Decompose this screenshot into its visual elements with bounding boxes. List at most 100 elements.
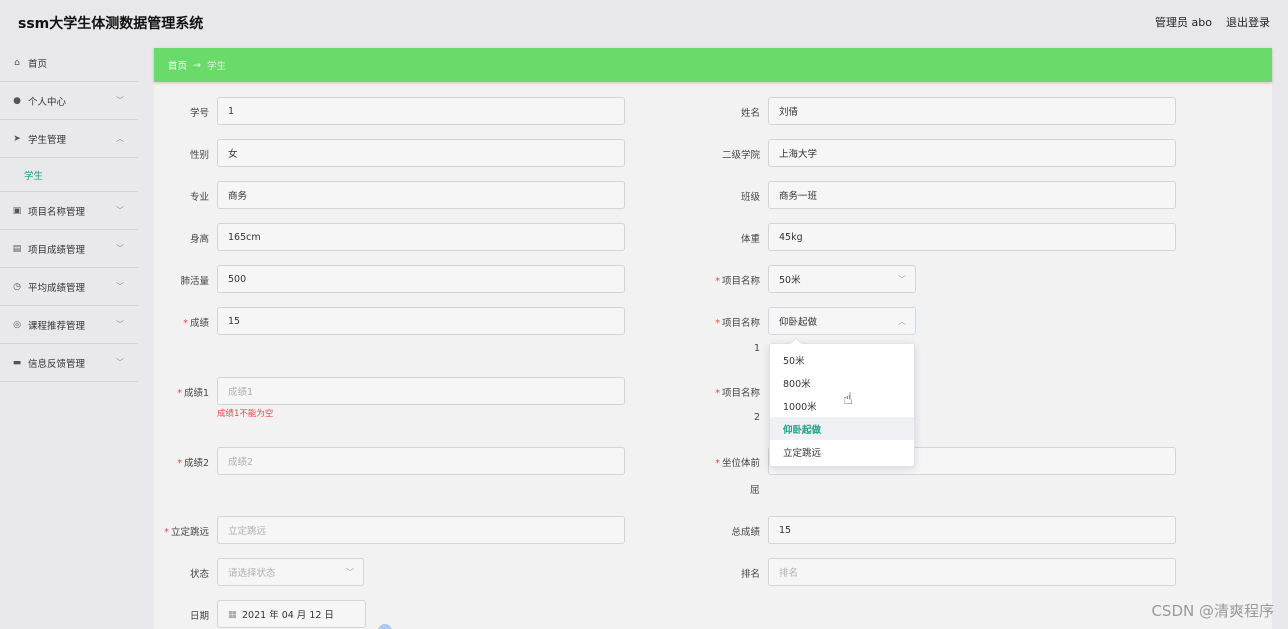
- list-icon: ▤: [12, 243, 22, 254]
- xiangmu-label: * 项目名称: [715, 276, 760, 287]
- sidebar-item-avg-score-mgmt[interactable]: ◷ 平均成绩管理 ﹀: [0, 268, 138, 306]
- feihuoliang-input[interactable]: 500: [217, 265, 625, 293]
- hand-pointer-icon: ☝: [843, 389, 853, 408]
- xiangmu-select-value: 50米: [779, 275, 801, 286]
- zongchengji-label: 总成绩: [731, 527, 760, 538]
- sidebar: ⌂ 首页 ● 个人中心 ﹀ ➤ 学生管理 ︿ 学生 ▣ 项目名称管理 ﹀ ▤ 项…: [0, 44, 138, 629]
- sidebar-item-label: 项目成绩管理: [28, 244, 86, 256]
- zuowei-label-suffix: 屈: [750, 485, 760, 496]
- sidebar-item-course-recommend-mgmt[interactable]: ◎ 课程推荐管理 ﹀: [0, 306, 138, 344]
- xueyuan-input[interactable]: 上海大学: [768, 139, 1176, 167]
- chevron-up-icon: ︿: [898, 317, 906, 326]
- xiangmu1-select[interactable]: 仰卧起做 ︿: [768, 307, 916, 335]
- xiangmu-select[interactable]: 50米 ﹀: [768, 265, 916, 293]
- banji-input[interactable]: 商务一班: [768, 181, 1176, 209]
- xueyuan-label: 二级学院: [721, 150, 760, 161]
- feihuoliang-label: 肺活量: [180, 276, 209, 287]
- sidebar-item-label: 学生管理: [28, 134, 67, 146]
- chengji-label: * 成绩: [183, 318, 209, 329]
- tizhong-input[interactable]: 45kg: [768, 223, 1176, 251]
- lidingtiaoyuan-label: * 立定跳远: [164, 527, 209, 538]
- xingbie-input[interactable]: 女: [217, 139, 625, 167]
- chevron-down-icon: ﹀: [346, 568, 354, 577]
- xiangmu1-label-suffix: 1: [754, 343, 761, 354]
- zongchengji-input[interactable]: 15: [768, 516, 1176, 544]
- chevron-down-icon: ﹀: [116, 282, 124, 291]
- paiming-input[interactable]: 排名: [768, 558, 1176, 586]
- top-header: ssm大学生体测数据管理系统 管理员 abo 退出登录: [0, 0, 1288, 44]
- xuehao-input[interactable]: 1: [217, 97, 625, 125]
- chengji1-error: 成绩1不能为空: [217, 409, 274, 419]
- calendar-icon: ▦: [228, 608, 237, 620]
- breadcrumb-home[interactable]: 首页: [168, 58, 187, 72]
- sidebar-item-home[interactable]: ⌂ 首页: [0, 44, 138, 82]
- xiangmu2-label: * 项目名称: [715, 388, 760, 399]
- zhuangtai-select-placeholder: 请选择状态: [228, 568, 276, 579]
- sidebar-item-feedback-mgmt[interactable]: ▬ 信息反馈管理 ﹀: [0, 344, 138, 382]
- send-icon: ➤: [13, 133, 21, 144]
- xiangmu2-label-suffix: 2: [754, 412, 761, 423]
- breadcrumb-current: 学生: [206, 61, 226, 72]
- chengji-input[interactable]: 15: [217, 307, 625, 335]
- dropdown-option[interactable]: 立定跳远: [770, 440, 914, 463]
- breadcrumb: 首页 → 学生: [154, 48, 1272, 82]
- user-icon: ●: [13, 95, 21, 106]
- chengji2-input[interactable]: 成绩2: [217, 447, 625, 475]
- chevron-down-icon: ﹀: [116, 244, 124, 253]
- chengji1-input[interactable]: 成绩1: [217, 377, 625, 405]
- chevron-down-icon: ﹀: [116, 96, 124, 105]
- chevron-up-icon: ︿: [116, 134, 124, 143]
- chevron-down-icon: ﹀: [116, 320, 124, 329]
- watermark: CSDN @清爽程序: [1151, 602, 1274, 620]
- clock-icon: ◷: [13, 281, 21, 292]
- sidebar-item-student-mgmt[interactable]: ➤ 学生管理 ︿: [0, 120, 138, 158]
- chevron-down-icon: ﹀: [898, 275, 906, 284]
- sidebar-item-label: 信息反馈管理: [28, 358, 86, 370]
- lidingtiaoyuan-input[interactable]: 立定跳远: [217, 516, 625, 544]
- dropdown-option-selected[interactable]: 仰卧起做: [770, 417, 914, 440]
- xingbie-label: 性别: [189, 150, 209, 161]
- riqi-value: 2021 年 04 月 12 日: [241, 610, 334, 621]
- xingming-input[interactable]: 刘倩: [768, 97, 1176, 125]
- home-icon: ⌂: [14, 57, 20, 68]
- logout-button[interactable]: 退出登录: [1226, 14, 1270, 30]
- trash-icon: ▣: [12, 205, 22, 216]
- chevron-down-icon: ﹀: [116, 206, 124, 215]
- zhuangtai-select[interactable]: 请选择状态 ﹀: [217, 558, 364, 586]
- zuowei-label: * 坐位体前: [715, 458, 760, 469]
- riqi-date-input[interactable]: ▦ 2021 年 04 月 12 日: [217, 600, 366, 628]
- sidebar-item-profile[interactable]: ● 个人中心 ﹀: [0, 82, 138, 120]
- riqi-label: 日期: [189, 611, 209, 622]
- paiming-label: 排名: [740, 569, 760, 580]
- zhuanye-label: 专业: [189, 192, 209, 203]
- dropdown-option[interactable]: 800米: [770, 371, 914, 394]
- zhuangtai-label: 状态: [189, 569, 209, 580]
- target-icon: ◎: [13, 319, 21, 330]
- xuehao-label: 学号: [189, 108, 209, 119]
- chevron-down-icon: ﹀: [116, 358, 124, 367]
- sidebar-subitem-student[interactable]: 学生: [0, 158, 138, 192]
- xingming-label: 姓名: [740, 108, 760, 119]
- sidebar-item-label: 课程推荐管理: [28, 320, 86, 332]
- sidebar-item-label: 个人中心: [28, 96, 67, 108]
- printer-icon: ▬: [12, 357, 22, 368]
- sidebar-item-project-name-mgmt[interactable]: ▣ 项目名称管理 ﹀: [0, 192, 138, 230]
- current-user: 管理员 abo: [1155, 16, 1212, 29]
- sidebar-item-label: 项目名称管理: [28, 206, 86, 218]
- sidebar-item-label: 平均成绩管理: [28, 282, 86, 294]
- xiangmu1-select-value: 仰卧起做: [779, 317, 818, 328]
- xiangmu1-label: * 项目名称: [715, 318, 760, 329]
- arrow-right-icon: →: [193, 59, 201, 71]
- shengao-label: 身高: [189, 234, 209, 245]
- dropdown-option[interactable]: 50米: [770, 348, 914, 371]
- zhuanye-input[interactable]: 商务: [217, 181, 625, 209]
- app-title: ssm大学生体测数据管理系统: [18, 16, 204, 32]
- banji-label: 班级: [740, 192, 760, 203]
- chengji1-label: * 成绩1: [177, 388, 209, 399]
- dropdown-option[interactable]: 1000米: [770, 394, 914, 417]
- shengao-input[interactable]: 165cm: [217, 223, 625, 251]
- sidebar-item-label: 首页: [28, 58, 48, 70]
- tizhong-label: 体重: [740, 234, 760, 245]
- xiangmu1-dropdown: 50米 800米 1000米 仰卧起做 立定跳远: [769, 337, 915, 467]
- sidebar-item-project-score-mgmt[interactable]: ▤ 项目成绩管理 ﹀: [0, 230, 138, 268]
